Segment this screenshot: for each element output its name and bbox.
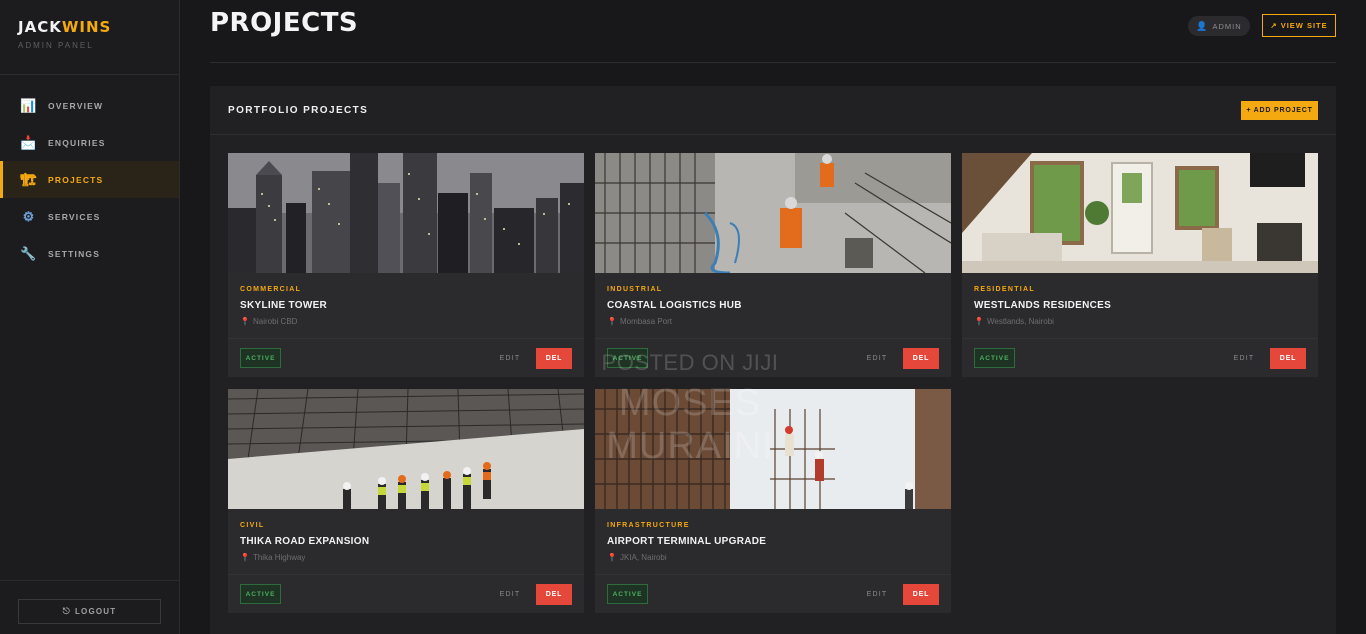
divider — [962, 338, 1318, 339]
sidebar-item-label: SETTINGS — [48, 248, 101, 259]
gear-icon: ⚙ — [22, 208, 36, 224]
sidebar-nav: 📊 OVERVIEW 📩 ENQUIRIES 🏗 PROJECTS ⚙ SERV… — [0, 87, 179, 272]
sidebar-item-overview[interactable]: 📊 OVERVIEW — [0, 87, 179, 124]
project-location: 📍 Mombasa Port — [607, 317, 672, 326]
edit-button[interactable]: EDIT — [494, 584, 526, 604]
sidebar-item-label: PROJECTS — [48, 174, 104, 185]
edit-button[interactable]: EDIT — [494, 348, 526, 368]
project-category: COMMERCIAL — [240, 286, 302, 293]
project-image — [228, 389, 584, 509]
project-title: AIRPORT TERMINAL UPGRADE — [607, 536, 767, 547]
add-project-button[interactable]: + ADD PROJECT — [1241, 101, 1318, 120]
edit-button[interactable]: EDIT — [861, 348, 893, 368]
portfolio-panel: PORTFOLIO PROJECTS + ADD PROJECT COMMERC… — [210, 86, 1336, 634]
brand-name: JACKWINS — [18, 18, 111, 36]
project-image — [595, 389, 951, 509]
project-card: INFRASTRUCTURE AIRPORT TERMINAL UPGRADE … — [595, 389, 951, 613]
sidebar-item-services[interactable]: ⚙ SERVICES — [0, 198, 179, 235]
divider — [210, 62, 1336, 63]
divider — [595, 338, 951, 339]
project-category: INFRASTRUCTURE — [607, 522, 690, 529]
delete-button[interactable]: DEL — [903, 584, 939, 605]
project-location: 📍 Westlands, Nairobi — [974, 317, 1054, 326]
brand-logo[interactable]: JACKWINS ADMIN PANEL — [18, 18, 111, 50]
project-location-text: Mombasa Port — [619, 317, 672, 326]
project-title: WESTLANDS RESIDENCES — [974, 300, 1112, 311]
view-site-button[interactable]: ↗ VIEW SITE — [1262, 14, 1336, 37]
project-location: 📍 Nairobi CBD — [240, 317, 297, 326]
sidebar-item-label: SERVICES — [48, 211, 101, 222]
panel-header: PORTFOLIO PROJECTS + ADD PROJECT — [210, 86, 1336, 135]
pin-icon: 📍 — [607, 553, 617, 562]
project-location-text: JKIA, Nairobi — [619, 553, 667, 562]
status-badge: ACTIVE — [607, 348, 648, 368]
project-category: INDUSTRIAL — [607, 286, 663, 293]
project-location: 📍 JKIA, Nairobi — [607, 553, 667, 562]
pin-icon: 📍 — [240, 553, 250, 562]
brand-name-accent: WINS — [61, 18, 112, 36]
brand-name-main: JACK — [18, 18, 62, 36]
edit-button[interactable]: EDIT — [861, 584, 893, 604]
project-category: RESIDENTIAL — [974, 286, 1035, 293]
user-icon: 👤 — [1196, 20, 1209, 31]
status-badge: ACTIVE — [607, 584, 648, 604]
wrench-icon: 🔧 — [20, 245, 38, 261]
project-image — [228, 153, 584, 273]
sidebar: JACKWINS ADMIN PANEL 📊 OVERVIEW 📩 ENQUIR… — [0, 0, 180, 634]
project-location-text: Thika Highway — [252, 553, 306, 562]
project-image — [595, 153, 951, 273]
inbox-icon: 📩 — [20, 134, 38, 150]
crane-icon: 🏗 — [20, 171, 38, 187]
pin-icon: 📍 — [974, 317, 984, 326]
project-card: CIVIL THIKA ROAD EXPANSION 📍 Thika Highwa… — [228, 389, 584, 613]
pin-icon: 📍 — [607, 317, 617, 326]
project-title: COASTAL LOGISTICS HUB — [607, 300, 742, 311]
admin-label: ADMIN — [1212, 21, 1242, 31]
delete-button[interactable]: DEL — [903, 348, 939, 369]
delete-button[interactable]: DEL — [1270, 348, 1306, 369]
project-title: THIKA ROAD EXPANSION — [240, 536, 370, 547]
divider — [595, 574, 951, 575]
project-card: INDUSTRIAL COASTAL LOGISTICS HUB 📍 Mombas… — [595, 153, 951, 377]
project-category: CIVIL — [240, 522, 265, 529]
project-title: SKYLINE TOWER — [240, 300, 328, 311]
project-location-text: Nairobi CBD — [252, 317, 298, 326]
divider — [0, 580, 179, 581]
status-badge: ACTIVE — [974, 348, 1015, 368]
delete-button[interactable]: DEL — [536, 584, 572, 605]
power-icon: ⎋ — [62, 606, 71, 616]
bar-chart-icon: 📊 — [20, 97, 38, 113]
sidebar-item-settings[interactable]: 🔧 SETTINGS — [0, 235, 179, 272]
project-location-text: Westlands, Nairobi — [986, 317, 1054, 326]
status-badge: ACTIVE — [240, 348, 281, 368]
project-card: COMMERCIAL SKYLINE TOWER 📍 Nairobi CBD AC… — [228, 153, 584, 377]
pin-icon: 📍 — [240, 317, 250, 326]
brand-subtitle: ADMIN PANEL — [18, 41, 94, 50]
page-title: PROJECTS — [210, 8, 359, 38]
delete-button[interactable]: DEL — [536, 348, 572, 369]
project-location: 📍 Thika Highway — [240, 553, 305, 562]
logout-label: LOGOUT — [74, 607, 117, 616]
sidebar-item-enquiries[interactable]: 📩 ENQUIRIES — [0, 124, 179, 161]
divider — [228, 338, 584, 339]
edit-button[interactable]: EDIT — [1228, 348, 1260, 368]
status-badge: ACTIVE — [240, 584, 281, 604]
project-image — [962, 153, 1318, 273]
divider — [0, 74, 179, 75]
panel-title: PORTFOLIO PROJECTS — [228, 105, 369, 116]
divider — [228, 574, 584, 575]
logout-button[interactable]: ⎋ LOGOUT — [18, 599, 161, 624]
sidebar-item-projects[interactable]: 🏗 PROJECTS — [0, 161, 179, 198]
sidebar-item-label: OVERVIEW — [48, 100, 104, 111]
project-card: RESIDENTIAL WESTLANDS RESIDENCES 📍 Westla… — [962, 153, 1318, 377]
sidebar-item-label: ENQUIRIES — [48, 137, 106, 148]
admin-user-pill[interactable]: 👤 ADMIN — [1188, 16, 1250, 36]
